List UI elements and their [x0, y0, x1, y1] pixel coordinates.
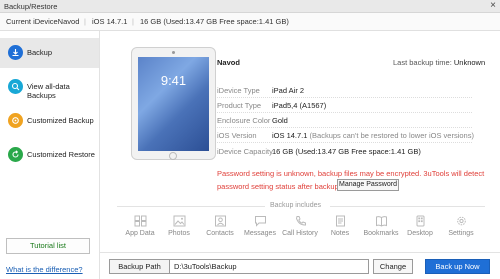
current-device: Current iDeviceNavod [6, 17, 80, 26]
info-value: Gold [272, 116, 288, 125]
title-bar: Backup/Restore × [0, 0, 500, 13]
tutorial-list-button[interactable]: Tutorial list [6, 238, 90, 254]
sidebar-item-label: Backup [27, 48, 53, 57]
include-label: Settings [448, 230, 474, 237]
include-notes: Notes [320, 215, 360, 237]
include-contacts: Contacts [200, 215, 240, 237]
last-backup: Last backup time: Unknown [393, 58, 485, 67]
include-photos: Photos [159, 215, 199, 237]
screen-time: 9:41 [160, 73, 187, 88]
sidebar-item-customized-backup[interactable]: Customized Backup [0, 106, 99, 136]
sidebar-item-label: Customized Restore [27, 150, 95, 159]
row-divider [217, 127, 472, 128]
backup-icon [8, 45, 23, 60]
include-label: Notes [330, 230, 350, 237]
include-desktop: Desktop [400, 215, 440, 237]
last-backup-label: Last backup time: [393, 58, 452, 67]
row-divider [217, 112, 472, 113]
sidebar-item-view-backups[interactable]: View all-data Backups [0, 72, 99, 102]
info-label: Product Type [217, 101, 262, 110]
include-label: Desktop [407, 230, 433, 237]
device-name: Navod [217, 58, 240, 67]
sidebar-item-label: View all-data Backups [27, 82, 70, 100]
device-screen: 9:41 [138, 57, 209, 151]
difference-link[interactable]: What is the difference? [6, 265, 83, 274]
info-value: iOS 14.7.1 (Backups can't be restored to… [272, 131, 474, 140]
photos-icon [173, 215, 185, 227]
back-up-now-button[interactable]: Back up Now [425, 259, 490, 274]
include-label: Photos [168, 230, 190, 237]
call-history-icon [295, 216, 306, 226]
divider [330, 206, 485, 207]
sidebar-item-backup[interactable]: Backup [0, 38, 99, 68]
row-divider [217, 97, 472, 98]
sidebar-item-customized-restore[interactable]: Customized Restore [0, 140, 99, 170]
info-label: iDevice Type [217, 86, 260, 95]
info-value: iPad Air 2 [272, 86, 305, 95]
divider [117, 206, 265, 207]
backup-path-label: Backup Path [109, 259, 170, 274]
divider: | [132, 17, 134, 26]
info-value: iPad5,4 (A1567) [272, 101, 327, 110]
contacts-icon [214, 215, 226, 227]
include-label: Bookmarks [363, 230, 399, 237]
device-image: 9:41 [131, 47, 216, 160]
include-call-history: Call History [280, 215, 320, 237]
desktop-icon [416, 215, 424, 227]
custom-restore-icon [8, 147, 23, 162]
ios-version: iOS 14.7.1 [92, 17, 128, 26]
include-label: Contacts [206, 230, 234, 237]
sidebar-item-label: Customized Backup [27, 116, 94, 125]
include-label: App Data [125, 230, 155, 237]
include-label: Messages [244, 230, 276, 237]
manage-password-button[interactable]: Manage Password [337, 179, 399, 191]
change-path-button[interactable]: Change [373, 259, 413, 274]
app-data-icon [134, 215, 146, 227]
close-icon[interactable]: × [490, 0, 496, 12]
divider: | [84, 17, 86, 26]
window-title: Backup/Restore [4, 2, 58, 11]
info-label: iDevice Capacity [217, 147, 273, 156]
custom-backup-icon [8, 113, 23, 128]
ios-version-note: (Backups can't be restored to lower iOS … [307, 131, 474, 140]
storage-summary: 16 GB (Used:13.47 GB Free space:1.41 GB) [140, 17, 289, 26]
include-label: Call History [282, 230, 318, 237]
device-bar: Current iDeviceNavod | iOS 14.7.1 | 16 G… [0, 13, 500, 31]
view-backups-icon [8, 79, 23, 94]
info-label: Enclosure Color [217, 116, 271, 125]
messages-icon [254, 216, 266, 227]
include-bookmarks: Bookmarks [361, 215, 401, 237]
info-value: 16 GB (Used:13.47 GB Free space:1.41 GB) [272, 147, 421, 156]
bookmarks-icon [375, 216, 387, 227]
backup-includes-title: Backup includes [270, 202, 321, 209]
settings-icon [456, 216, 466, 226]
info-label: iOS Version [217, 131, 257, 140]
row-divider [217, 142, 472, 143]
include-app-data: App Data [120, 215, 160, 237]
include-settings: Settings [441, 215, 481, 237]
backup-path-field[interactable]: D:\3uTools\Backup [170, 259, 369, 274]
last-backup-value: Unknown [453, 58, 486, 67]
home-button [169, 152, 177, 160]
ios-version-value: iOS 14.7.1 [272, 131, 308, 140]
include-messages: Messages [240, 215, 280, 237]
notes-icon [335, 215, 345, 227]
camera-dot [172, 51, 175, 54]
